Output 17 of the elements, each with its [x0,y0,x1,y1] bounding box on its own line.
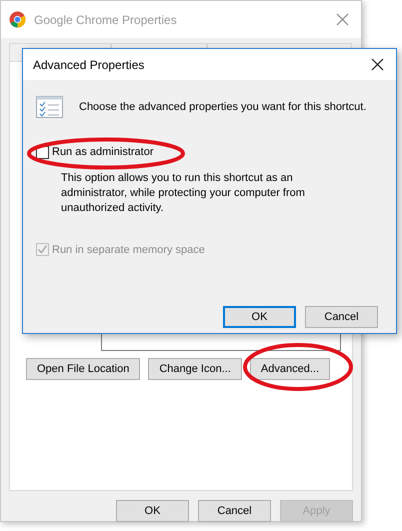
button[interactable]: Cancel [198,500,271,522]
window-title: Google Chrome Properties [34,12,178,28]
option-description: This option allows you to run this shortcut as an administrator, while protecting your computer from unauthorized activity. [61,170,306,216]
intro-text: Choose the advanced properties you want for this shortcut. [79,100,366,115]
button[interactable]: Advanced... [250,358,330,380]
button[interactable]: OK [223,306,296,328]
button[interactable]: OK [116,500,189,522]
button[interactable]: Open File Location [26,358,140,380]
app-icon [9,11,26,28]
button[interactable]: Cancel [305,306,378,328]
dialog-title: Advanced Properties [33,56,144,74]
close-icon [336,13,348,26]
checkbox-label: Run in separate memory space [52,242,205,258]
button[interactable]: Change Icon... [148,358,242,380]
close-icon [370,58,384,71]
checkbox-label: Run as administrator [52,145,154,160]
checklist-icon [36,96,63,118]
